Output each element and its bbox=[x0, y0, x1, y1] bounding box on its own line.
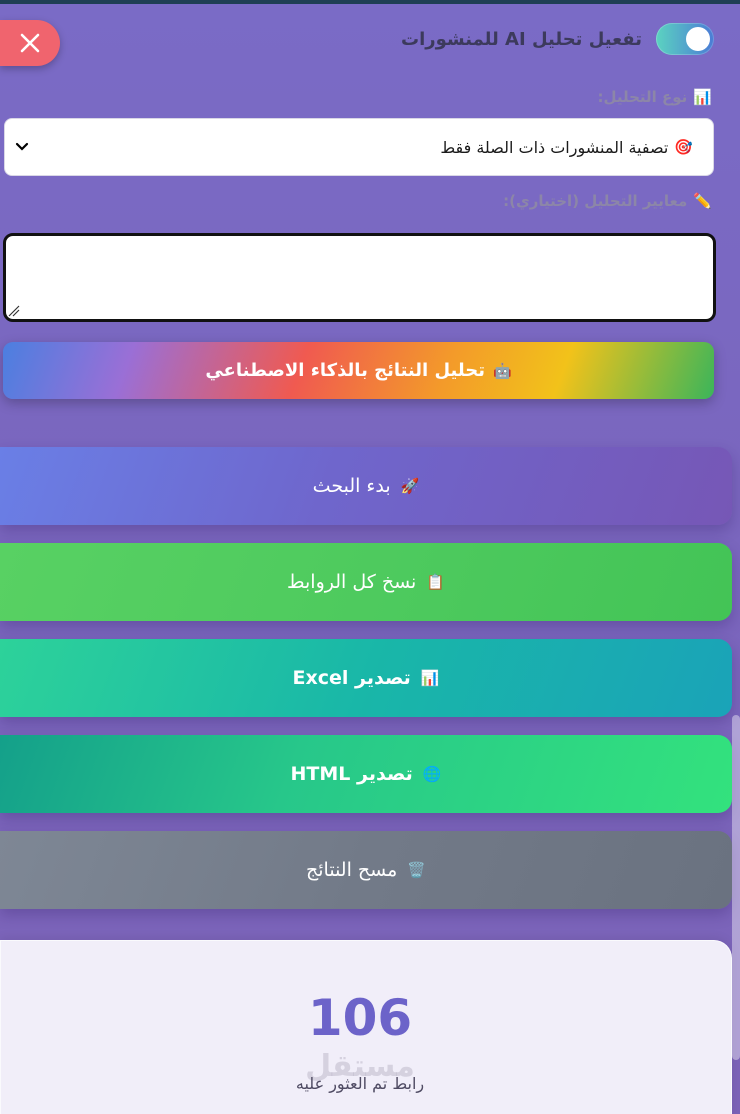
export-excel-label: تصدير Excel bbox=[292, 667, 411, 689]
clear-results-label: مسح النتائج bbox=[306, 859, 398, 881]
export-html-label: تصدير HTML bbox=[290, 763, 413, 785]
analysis-type-selected: 🎯 تصفية المنشورات ذات الصلة فقط bbox=[440, 138, 693, 157]
analysis-type-label-text: نوع التحليل: bbox=[597, 88, 688, 106]
stats-card: 106 مستقل رابط تم العثور عليه bbox=[0, 940, 732, 1114]
analysis-type-label: 📊 نوع التحليل: bbox=[597, 88, 712, 106]
links-found-label: رابط تم العثور عليه bbox=[295, 1074, 425, 1093]
spreadsheet-icon: 📊 bbox=[420, 669, 440, 687]
close-icon bbox=[20, 33, 40, 53]
trash-icon: 🗑️ bbox=[407, 861, 426, 879]
close-button[interactable] bbox=[0, 20, 60, 66]
ai-analyze-button[interactable]: 🤖 تحليل النتائج بالذكاء الاصطناعي bbox=[3, 342, 714, 399]
resize-grip-icon[interactable] bbox=[8, 305, 20, 317]
ai-toggle-label: تفعيل تحليل AI للمنشورات bbox=[401, 28, 642, 50]
globe-icon: 🌐 bbox=[422, 765, 442, 783]
export-excel-button[interactable]: 📊 تصدير Excel bbox=[0, 639, 732, 717]
robot-icon: 🤖 bbox=[492, 361, 512, 380]
clipboard-icon: 📋 bbox=[426, 573, 446, 591]
criteria-textarea[interactable] bbox=[3, 233, 716, 322]
analysis-type-select[interactable]: 🎯 تصفية المنشورات ذات الصلة فقط bbox=[4, 118, 714, 176]
chevron-down-icon bbox=[15, 142, 29, 151]
pencil-icon: ✏️ bbox=[693, 192, 712, 210]
start-search-button[interactable]: 🚀 بدء البحث bbox=[0, 447, 732, 525]
criteria-label-text: معايير التحليل (اختياري): bbox=[503, 192, 688, 210]
start-search-label: بدء البحث bbox=[312, 475, 391, 497]
chart-icon: 📊 bbox=[693, 88, 712, 106]
copy-links-label: نسخ كل الروابط bbox=[286, 571, 417, 593]
scrollbar[interactable] bbox=[732, 715, 740, 1060]
top-border-strip bbox=[0, 0, 740, 4]
ai-analyze-label: تحليل النتائج بالذكاء الاصطناعي bbox=[205, 360, 485, 381]
analysis-type-selected-text: تصفية المنشورات ذات الصلة فقط bbox=[440, 137, 669, 157]
ai-toggle-row: تفعيل تحليل AI للمنشورات bbox=[401, 20, 714, 58]
links-found-count: 106 bbox=[307, 989, 413, 1047]
target-icon: 🎯 bbox=[674, 138, 693, 156]
toggle-knob bbox=[686, 27, 710, 51]
copy-links-button[interactable]: 📋 نسخ كل الروابط bbox=[0, 543, 732, 621]
export-html-button[interactable]: 🌐 تصدير HTML bbox=[0, 735, 732, 813]
clear-results-button[interactable]: 🗑️ مسح النتائج bbox=[0, 831, 732, 909]
criteria-label: ✏️ معايير التحليل (اختياري): bbox=[503, 192, 712, 210]
ai-toggle-switch[interactable] bbox=[656, 23, 714, 55]
rocket-icon: 🚀 bbox=[400, 477, 420, 495]
